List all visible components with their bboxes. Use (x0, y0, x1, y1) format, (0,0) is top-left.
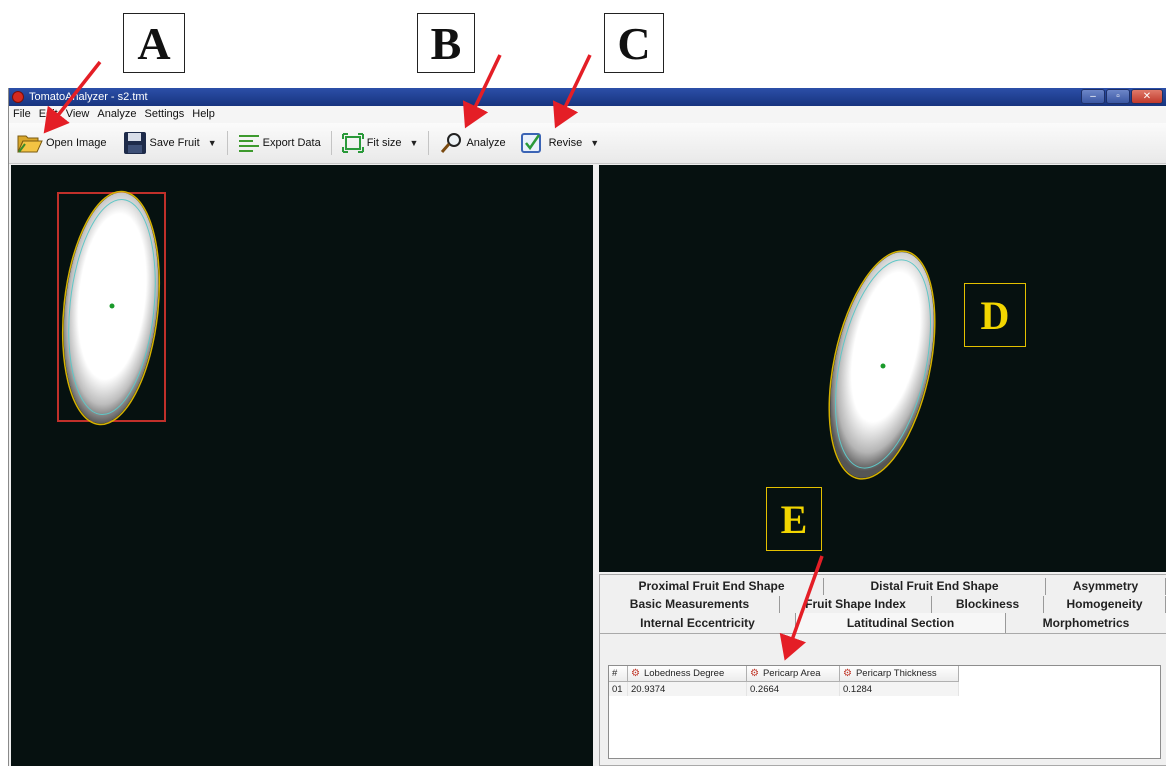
table-header-row: # ⚙ Lobedness Degree ⚙ Pericarp Area ⚙ Peri… (609, 666, 959, 682)
column-header-pericarp-area[interactable]: ⚙ Pericarp Area (746, 666, 840, 682)
menu-file[interactable]: File (9, 106, 35, 123)
open-image-button[interactable]: Open Image (13, 129, 111, 157)
toolbar-separator (226, 131, 228, 155)
column-header-pericarp-thickness[interactable]: ⚙ Pericarp Thickness (839, 666, 959, 682)
tab-row-2: Basic Measurements Fruit Shape Index Blo… (600, 596, 1166, 613)
column-settings-icon[interactable]: ⚙ (750, 668, 759, 679)
maximize-button[interactable]: ▫ (1106, 89, 1130, 104)
app-window: TomatoAnalyzer - s2.tmt – ▫ ✕ File Edit … (8, 88, 1166, 766)
table-cell: 20.9374 (627, 681, 747, 696)
menu-view[interactable]: View (62, 106, 94, 123)
revise-check-icon (520, 133, 541, 153)
column-header-index[interactable]: # (609, 666, 628, 682)
revise-dropdown-icon[interactable]: ▼ (590, 138, 599, 148)
toolbar-separator (330, 131, 332, 155)
tab-asymmetry[interactable]: Asymmetry (1046, 578, 1166, 595)
column-header-lobedness-degree[interactable]: ⚙ Lobedness Degree (627, 666, 747, 682)
toolbar: Open Image Save Fruit ▼ Export Data Fit … (9, 123, 1166, 164)
tab-proximal-fruit-end-shape[interactable]: Proximal Fruit End Shape (600, 578, 824, 595)
column-label: Pericarp Area (762, 668, 821, 679)
tab-latitudinal-section[interactable]: Latitudinal Section (796, 613, 1006, 633)
fit-size-label: Fit size (366, 137, 402, 149)
tab-row-3: Internal Eccentricity Latitudinal Sectio… (600, 613, 1166, 634)
title-bar: TomatoAnalyzer - s2.tmt – ▫ ✕ (9, 88, 1166, 106)
right-image-canvas[interactable] (599, 165, 1166, 572)
tab-row-1: Proximal Fruit End Shape Distal Fruit En… (600, 578, 1166, 595)
save-fruit-label: Save Fruit (149, 137, 200, 149)
menu-bar: File Edit View Analyze Settings Help (9, 106, 1166, 123)
tab-blockiness[interactable]: Blockiness (932, 596, 1044, 613)
table-cell: 0.1284 (839, 681, 959, 696)
analyze-label: Analyze (466, 137, 506, 149)
tomato-icon (12, 91, 24, 103)
results-table: # ⚙ Lobedness Degree ⚙ Pericarp Area ⚙ Peri… (609, 666, 959, 696)
export-data-label: Export Data (262, 137, 321, 149)
tab-morphometrics[interactable]: Morphometrics (1006, 613, 1166, 633)
revise-label: Revise (548, 137, 583, 149)
magnifier-icon (441, 133, 462, 153)
column-label: Pericarp Thickness (855, 668, 937, 679)
export-data-button[interactable]: Export Data (234, 129, 325, 157)
fit-size-icon (341, 133, 364, 153)
tab-basic-measurements[interactable]: Basic Measurements (600, 596, 780, 613)
menu-help[interactable]: Help (188, 106, 219, 123)
analyze-button[interactable]: Analyze (435, 129, 509, 157)
callout-a: A (123, 13, 185, 73)
table-row[interactable]: 01 20.9374 0.2664 0.1284 (609, 681, 959, 696)
open-image-label: Open Image (46, 137, 107, 149)
close-button[interactable]: ✕ (1131, 89, 1163, 104)
left-fruit-view (57, 190, 166, 426)
results-panel: Proximal Fruit End Shape Distal Fruit En… (599, 574, 1166, 766)
callout-c: C (604, 13, 664, 73)
folder-open-icon (17, 135, 43, 153)
menu-analyze[interactable]: Analyze (93, 106, 140, 123)
save-fruit-button[interactable]: Save Fruit ▼ (119, 129, 221, 157)
right-fruit-view (828, 250, 936, 480)
tab-fruit-shape-index[interactable]: Fruit Shape Index (780, 596, 932, 613)
callout-e: E (766, 487, 822, 551)
toolbar-separator (428, 131, 430, 155)
callout-d: D (964, 283, 1026, 347)
column-label: Lobedness Degree (643, 668, 725, 679)
results-grid[interactable]: # ⚙ Lobedness Degree ⚙ Pericarp Area ⚙ Peri… (608, 665, 1161, 759)
window-controls: – ▫ ✕ (1080, 89, 1163, 104)
save-fruit-dropdown-icon[interactable]: ▼ (208, 138, 217, 148)
export-lines-icon (238, 135, 259, 152)
tab-internal-eccentricity[interactable]: Internal Eccentricity (600, 613, 796, 633)
column-settings-icon[interactable]: ⚙ (631, 668, 640, 679)
menu-settings[interactable]: Settings (141, 106, 189, 123)
revise-button[interactable]: Revise ▼ (516, 129, 604, 157)
minimize-button[interactable]: – (1081, 89, 1105, 104)
floppy-disk-icon (123, 132, 146, 154)
tab-homogeneity[interactable]: Homogeneity (1044, 596, 1166, 613)
column-settings-icon[interactable]: ⚙ (843, 668, 852, 679)
callout-b: B (417, 13, 475, 73)
window-title: TomatoAnalyzer - s2.tmt (29, 91, 148, 103)
tab-distal-fruit-end-shape[interactable]: Distal Fruit End Shape (824, 578, 1046, 595)
left-image-canvas[interactable] (11, 165, 593, 766)
fit-size-button[interactable]: Fit size ▼ (338, 129, 423, 157)
menu-edit[interactable]: Edit (35, 106, 62, 123)
fit-size-dropdown-icon[interactable]: ▼ (410, 138, 419, 148)
fruit-center-point (109, 303, 115, 309)
table-cell: 01 (609, 681, 628, 696)
fruit-center-point (880, 363, 886, 369)
table-cell: 0.2664 (746, 681, 840, 696)
